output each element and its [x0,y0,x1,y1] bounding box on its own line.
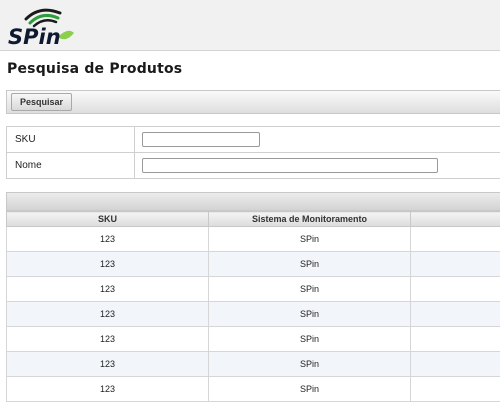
svg-text:SPin: SPin [8,25,61,47]
name-label: Nome [7,153,135,179]
cell-monitoring-system: SPin [209,327,411,352]
name-input[interactable] [142,158,438,173]
cell-monitoring-system: SPin [209,377,411,402]
cell-extra [411,277,500,302]
table-row[interactable]: 123 SPin [7,377,500,402]
cell-sku: 123 [7,302,209,327]
cell-monitoring-system: SPin [209,302,411,327]
search-toolbar: Pesquisar [6,90,500,114]
app-header: SPin [0,0,500,51]
cell-extra [411,377,500,402]
table-row[interactable]: 123 SPin [7,227,500,252]
cell-monitoring-system: SPin [209,252,411,277]
form-row-name: Nome [7,153,500,179]
column-header-sku[interactable]: SKU [7,212,209,227]
cell-extra [411,302,500,327]
sku-label: SKU [7,127,135,153]
table-row[interactable]: 123 SPin [7,327,500,352]
page-title: Pesquisa de Produtos [7,61,182,77]
spin-logo: SPin [6,5,76,47]
results-grid-bar [6,192,500,211]
search-form: SKU Nome [6,126,500,179]
table-row[interactable]: 123 SPin [7,252,500,277]
table-row[interactable]: 123 SPin [7,352,500,377]
table-row[interactable]: 123 SPin [7,302,500,327]
cell-sku: 123 [7,377,209,402]
cell-sku: 123 [7,277,209,302]
results-table: SKU Sistema de Monitoramento 123 SPin 12… [6,211,500,402]
cell-monitoring-system: SPin [209,227,411,252]
cell-sku: 123 [7,227,209,252]
cell-monitoring-system: SPin [209,352,411,377]
cell-sku: 123 [7,252,209,277]
table-row[interactable]: 123 SPin [7,277,500,302]
cell-monitoring-system: SPin [209,277,411,302]
form-row-sku: SKU [7,127,500,153]
cell-extra [411,352,500,377]
cell-extra [411,327,500,352]
column-header-monitoring-system[interactable]: Sistema de Monitoramento [209,212,411,227]
cell-extra [411,227,500,252]
search-button[interactable]: Pesquisar [11,93,72,111]
sku-input[interactable] [142,132,260,147]
cell-extra [411,252,500,277]
cell-sku: 123 [7,352,209,377]
table-header-row: SKU Sistema de Monitoramento [7,212,500,227]
cell-sku: 123 [7,327,209,352]
column-header-extra[interactable] [411,212,500,227]
